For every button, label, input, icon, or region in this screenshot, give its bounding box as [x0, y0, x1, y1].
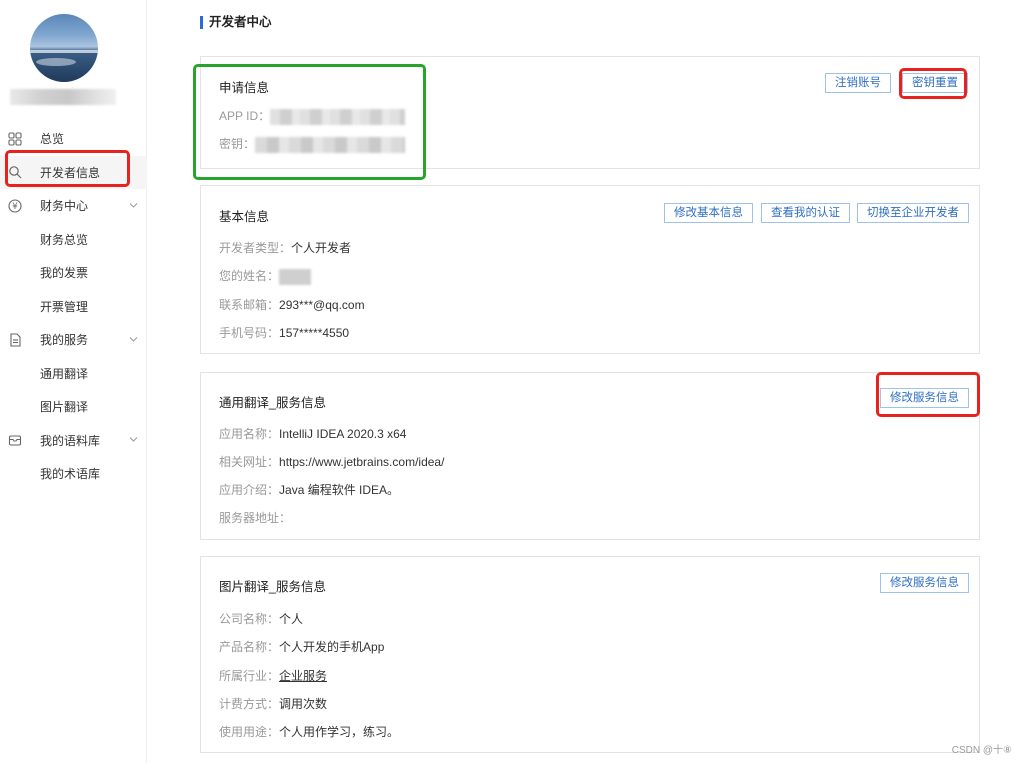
billing-row: 计费方式：调用次数 [219, 697, 328, 711]
app-name-row: 应用名称：IntelliJ IDEA 2020.3 x64 [219, 427, 407, 441]
sidebar-item-my-invoices[interactable]: 我的发票 [0, 256, 147, 290]
chevron-down-icon [129, 334, 138, 345]
secret-row: 密钥： [219, 135, 406, 153]
general-translation-service-card: 通用翻译_服务信息 修改服务信息 应用名称：IntelliJ IDEA 2020… [200, 372, 980, 540]
sidebar-item-label: 开票管理 [40, 299, 89, 314]
sidebar-item-label: 我的语料库 [40, 433, 101, 448]
app-id-label: APP ID： [219, 109, 271, 123]
chevron-down-icon [129, 435, 138, 446]
secret-label: 密钥： [219, 137, 256, 151]
sidebar-item-label: 我的发票 [40, 266, 89, 281]
view-certification-button[interactable]: 查看我的认证 [761, 203, 850, 223]
sidebar-item-finance-overview[interactable]: 财务总览 [0, 223, 147, 257]
modify-service-info-button[interactable]: 修改服务信息 [880, 388, 969, 408]
card-title: 基本信息 [219, 210, 270, 224]
username-blurred [10, 89, 116, 105]
sidebar-item-finance[interactable]: ¥ 财务中心 [0, 189, 147, 223]
usage-row: 使用用途：个人用作学习，练习。 [219, 725, 400, 739]
reset-secret-button[interactable]: 密钥重置 [902, 73, 968, 93]
name-row: 您的姓名： [219, 267, 312, 285]
image-translation-service-card: 图片翻译_服务信息 修改服务信息 公司名称：个人 产品名称：个人开发的手机App… [200, 556, 980, 753]
sidebar-item-label: 财务总览 [40, 232, 89, 247]
modify-service-info-button[interactable]: 修改服务信息 [880, 573, 969, 593]
page-title: 开发者中心 [200, 14, 272, 31]
grid-icon [8, 132, 22, 146]
basic-info-card: 基本信息 修改基本信息 查看我的认证 切换至企业开发者 开发者类型：个人开发者 … [200, 185, 980, 354]
app-id-value-blurred [270, 108, 406, 125]
url-row: 相关网址：https://www.jetbrains.com/idea/ [219, 455, 445, 469]
product-row: 产品名称：个人开发的手机App [219, 640, 385, 654]
sidebar-nav: 总览 开发者信息 ¥ 财务中心 财务总览 我的发票 开票管理 我的服务 通用翻译… [0, 122, 147, 491]
phone-row: 手机号码：157*****4550 [219, 326, 350, 340]
app-id-row: APP ID： [219, 107, 406, 125]
email-row: 联系邮箱：293***@qq.com [219, 298, 365, 312]
svg-text:¥: ¥ [12, 202, 18, 212]
name-value-blurred [279, 268, 312, 285]
sidebar-item-label: 我的术语库 [40, 467, 101, 482]
sidebar-item-general-translation[interactable]: 通用翻译 [0, 357, 147, 391]
cancel-account-button[interactable]: 注销账号 [825, 73, 891, 93]
sidebar: 总览 开发者信息 ¥ 财务中心 财务总览 我的发票 开票管理 我的服务 通用翻译… [0, 0, 147, 763]
search-icon [8, 165, 22, 179]
sidebar-item-developer-info[interactable]: 开发者信息 [0, 155, 147, 189]
switch-enterprise-button[interactable]: 切换至企业开发者 [857, 203, 969, 223]
sidebar-item-overview[interactable]: 总览 [0, 122, 147, 156]
avatar[interactable] [30, 14, 98, 82]
watermark: CSDN @十⑧ [951, 745, 1012, 756]
sidebar-item-label: 开发者信息 [40, 165, 101, 180]
developer-type-row: 开发者类型：个人开发者 [219, 241, 352, 255]
server-address-row: 服务器地址： [219, 511, 292, 525]
modify-basic-info-button[interactable]: 修改基本信息 [664, 203, 753, 223]
sidebar-item-corpus[interactable]: 我的语料库 [0, 424, 147, 458]
yen-icon: ¥ [8, 199, 22, 213]
card-title: 申请信息 [219, 81, 270, 95]
sidebar-item-termbase[interactable]: 我的术语库 [0, 457, 147, 491]
sidebar-item-image-translation[interactable]: 图片翻译 [0, 390, 147, 424]
sidebar-item-invoice-management[interactable]: 开票管理 [0, 290, 147, 324]
sidebar-item-label: 我的服务 [40, 333, 89, 348]
document-icon [8, 333, 22, 347]
app-intro-row: 应用介绍：Java 编程软件 IDEA。 [219, 483, 400, 497]
industry-row: 所属行业：企业服务 [219, 669, 328, 683]
sidebar-item-label: 图片翻译 [40, 400, 89, 415]
apply-info-card: 申请信息 APP ID： 密钥： 注销账号 密钥重置 [200, 56, 980, 169]
company-row: 公司名称：个人 [219, 612, 304, 626]
sidebar-item-my-services[interactable]: 我的服务 [0, 323, 147, 357]
secret-value-blurred [255, 136, 406, 153]
box-icon [8, 433, 22, 447]
sidebar-item-label: 总览 [40, 132, 65, 147]
sidebar-item-label: 财务中心 [40, 199, 89, 214]
sidebar-item-label: 通用翻译 [40, 366, 89, 381]
chevron-down-icon [129, 200, 138, 211]
card-title: 图片翻译_服务信息 [219, 580, 326, 594]
card-title: 通用翻译_服务信息 [219, 396, 326, 410]
